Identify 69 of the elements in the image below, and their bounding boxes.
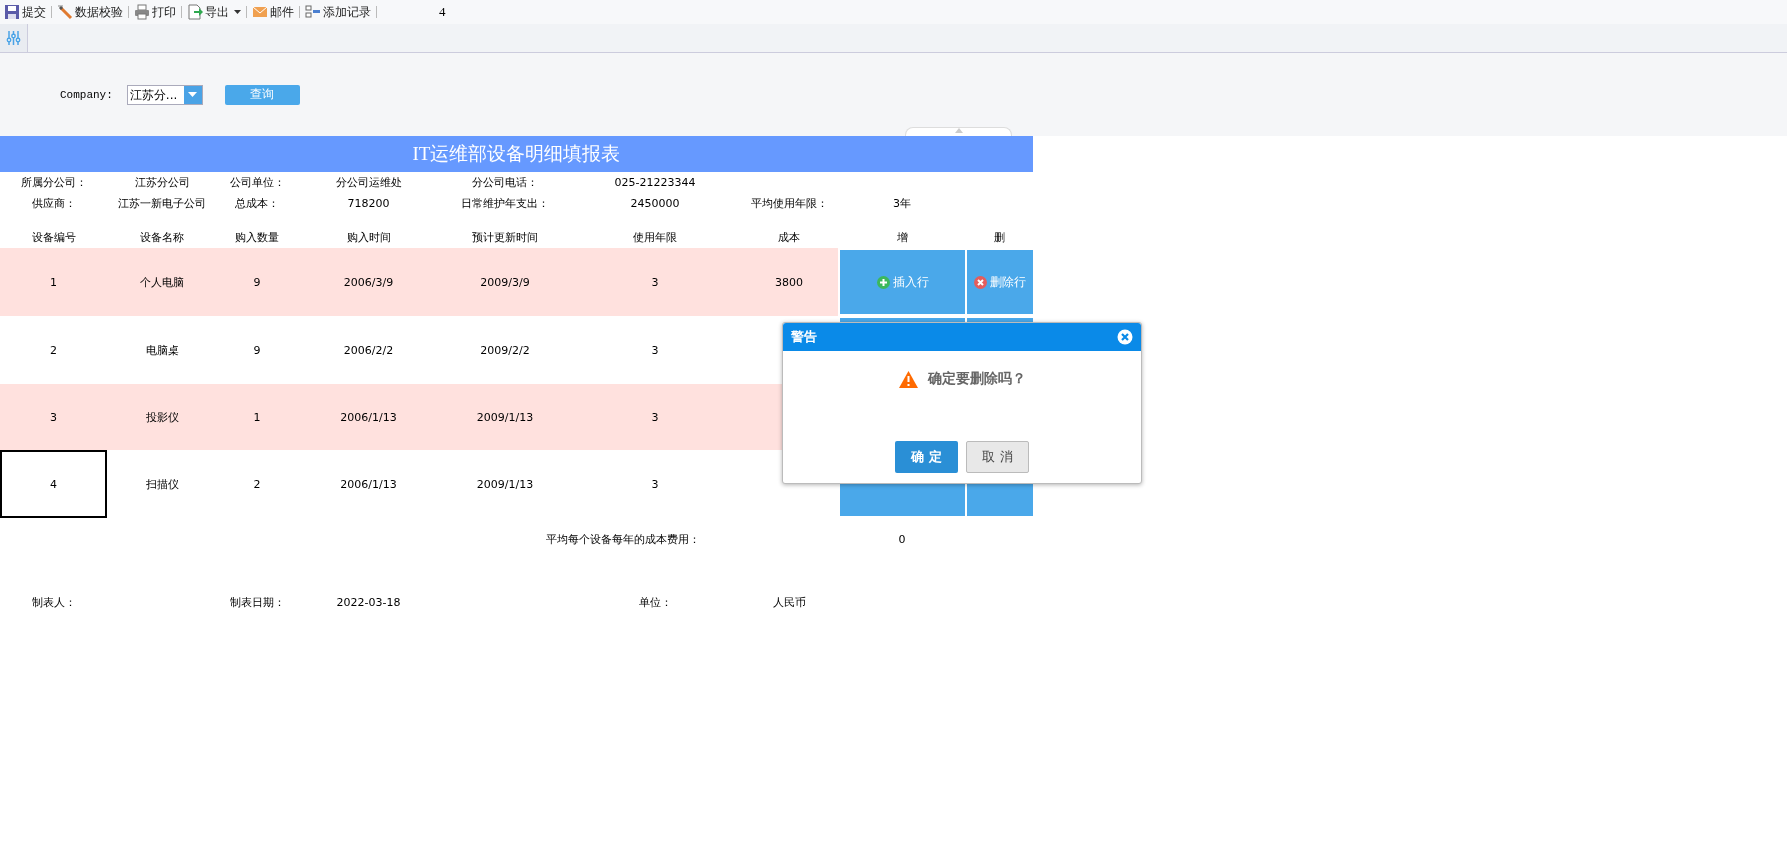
table-cell: 投影仪	[107, 384, 217, 450]
table-cell: 2009/3/9	[440, 248, 570, 316]
summary-value: 0	[897, 531, 907, 548]
cancel-button[interactable]: 取 消	[966, 441, 1029, 473]
info-value: 3年	[892, 196, 912, 212]
report-title: IT运维部设备明细填报表	[0, 136, 1033, 172]
table-cell: 3	[570, 316, 740, 384]
info-value: 025-21223344	[613, 175, 697, 191]
table-cell: 2009/2/2	[440, 316, 570, 384]
toolbar-button[interactable]: 数据校验	[54, 1, 126, 23]
table-cell: 1	[0, 248, 107, 316]
footer-label: 单位：	[637, 594, 673, 611]
info-value: 江苏分公司	[133, 175, 191, 191]
table-cell: 2009/1/13	[440, 450, 570, 518]
column-header: 成本	[740, 226, 838, 248]
column-header: 增	[838, 226, 966, 248]
info-label: 所属分公司：	[19, 175, 88, 191]
table-cell: 2006/3/9	[297, 248, 440, 316]
table-cell: 3	[570, 450, 740, 518]
toolbar-button[interactable]: 添加记录	[302, 1, 374, 23]
column-header: 删	[993, 229, 1006, 246]
table-cell: 2006/2/2	[297, 316, 440, 384]
dialog-message: 确定要删除吗？	[927, 370, 1026, 388]
company-select[interactable]: 江苏分...	[126, 84, 203, 105]
page-number: 4	[439, 4, 446, 20]
footer-label: 制表日期：	[228, 594, 286, 611]
column-header: 购入时间	[297, 226, 440, 248]
info-label: 分公司电话：	[471, 175, 539, 191]
info-value: 分公司运维处	[334, 175, 403, 191]
column-header: 购入数量	[217, 226, 297, 248]
toolbar-button[interactable]: 邮件	[249, 1, 297, 23]
info-label: 日常维护年支出：	[460, 196, 550, 212]
table-cell: 2	[217, 450, 297, 518]
table-cell: 个人电脑	[107, 248, 217, 316]
dialog-title: 警告	[791, 328, 817, 346]
info-value: 2450000	[629, 196, 681, 212]
table-cell: 3800	[740, 248, 838, 316]
info-label: 平均使用年限：	[749, 196, 829, 212]
toolbar-button[interactable]: 提交	[1, 1, 49, 23]
column-header: 设备编号	[0, 226, 107, 248]
footer-label: 制表人：	[30, 594, 77, 611]
confirm-button[interactable]: 确 定	[895, 441, 958, 473]
selected-cell: 4	[0, 450, 107, 518]
toolbar-button[interactable]: 导出	[184, 1, 244, 23]
column-header: 预计更新时间	[440, 226, 570, 248]
table-cell: 1	[217, 384, 297, 450]
column-header: 使用年限	[570, 226, 740, 248]
table-cell: 3	[570, 384, 740, 450]
table-cell: 2	[0, 316, 107, 384]
info-value: 718200	[346, 196, 391, 212]
column-header: 设备名称	[107, 226, 217, 248]
table-cell: 电脑桌	[107, 316, 217, 384]
table-cell: 9	[217, 248, 297, 316]
table-cell: 3	[0, 384, 107, 450]
table-cell: 2006/1/13	[297, 384, 440, 450]
footer-value: 人民币	[771, 594, 807, 611]
info-label: 总成本：	[234, 196, 280, 212]
info-value: 江苏一新电子公司	[117, 196, 207, 212]
company-label: Company:	[60, 88, 113, 101]
summary-label: 平均每个设备每年的成本费用：	[0, 518, 740, 560]
toolbar-button[interactable]: 打印	[131, 1, 179, 23]
table-cell: 9	[217, 316, 297, 384]
info-label: 供应商：	[30, 196, 77, 212]
table-cell: 3	[570, 248, 740, 316]
table-cell: 2006/1/13	[297, 450, 440, 518]
footer-value: 2022-03-18	[335, 594, 402, 611]
table-cell: 扫描仪	[107, 450, 217, 518]
info-label: 公司单位：	[228, 175, 286, 191]
table-cell: 2009/1/13	[440, 384, 570, 450]
